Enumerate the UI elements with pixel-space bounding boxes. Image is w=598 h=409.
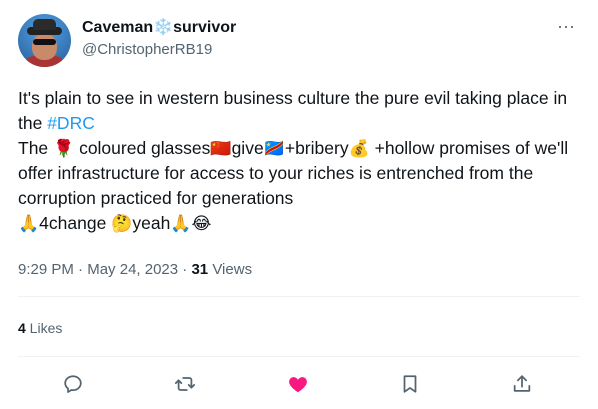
bookmark-icon <box>403 375 417 393</box>
likes-summary[interactable]: 4 Likes <box>18 318 62 338</box>
tweet-text-segment: yeah <box>132 213 171 233</box>
tweet-line-1: It's plain to see in western business cu… <box>18 88 568 133</box>
divider <box>18 356 580 357</box>
author-block: Caveman❄️survivor @ChristopherRB19 <box>82 18 236 60</box>
tweet-text-segment: coloured glasses <box>74 138 211 158</box>
tweet-paragraph-3: 🙏4change 🤔yeah🙏😂 <box>18 211 578 236</box>
tweet-text: It's plain to see in western business cu… <box>18 86 578 236</box>
action-bar <box>0 366 598 402</box>
moneybag-emoji: 💰 <box>348 139 370 158</box>
pray-emoji: 🙏 <box>170 214 192 233</box>
tweet-date[interactable]: May 24, 2023 <box>87 261 178 278</box>
avatar-face <box>32 34 57 60</box>
tweet-paragraph-2: The 🌹 coloured glasses🇨🇳give🇨🇩+bribery💰 … <box>18 136 578 211</box>
likes-label: Likes <box>25 320 63 336</box>
tweet-text-segment: give <box>231 138 264 158</box>
tweet-text-segment: The <box>18 138 54 158</box>
tweet-text-segment: +bribery <box>284 138 349 158</box>
bookmark-button[interactable] <box>396 370 424 398</box>
more-options-icon[interactable]: ··· <box>554 17 578 38</box>
meta-separator: · <box>178 261 192 278</box>
tweet-paragraph-1: It's plain to see in western business cu… <box>18 86 578 136</box>
tweet-header: Caveman❄️survivor @ChristopherRB19 ··· <box>18 12 582 68</box>
avatar-hat-crown <box>33 19 56 30</box>
pray-emoji: 🙏 <box>18 214 40 233</box>
meta-separator: · <box>73 261 88 278</box>
views-count: 31 <box>191 261 209 278</box>
likes-count: 4 <box>18 320 26 336</box>
author-name-part1: Caveman <box>82 19 154 36</box>
snowflake-icon: ❄️ <box>153 19 174 36</box>
views-label: Views <box>208 261 253 278</box>
drc-flag-emoji: 🇨🇩 <box>263 139 285 158</box>
tweet-time[interactable]: 9:29 PM <box>18 261 74 278</box>
avatar-sunglasses <box>33 39 56 45</box>
tweet-text-segment: 4change <box>39 213 112 233</box>
avatar[interactable] <box>18 14 71 67</box>
tweet-meta: 9:29 PM · May 24, 2023 · 31 Views <box>18 260 252 280</box>
author-name-part2: survivor <box>173 19 237 36</box>
hashtag-link[interactable]: #DRC <box>47 113 95 133</box>
reply-icon <box>64 375 82 393</box>
divider <box>18 296 580 297</box>
like-button[interactable] <box>284 370 312 398</box>
reply-button[interactable] <box>59 370 87 398</box>
joy-emoji: 😂 <box>191 214 212 233</box>
retweet-icon <box>174 377 196 391</box>
rose-emoji: 🌹 <box>53 139 75 158</box>
heart-icon <box>289 377 307 393</box>
author-display-name[interactable]: Caveman❄️survivor <box>82 18 236 38</box>
share-icon <box>513 375 531 392</box>
china-flag-emoji: 🇨🇳 <box>210 139 232 158</box>
author-handle[interactable]: @ChristopherRB19 <box>82 40 236 60</box>
share-button[interactable] <box>508 370 536 398</box>
retweet-button[interactable] <box>171 370 199 398</box>
thinking-emoji: 🤔 <box>111 214 133 233</box>
